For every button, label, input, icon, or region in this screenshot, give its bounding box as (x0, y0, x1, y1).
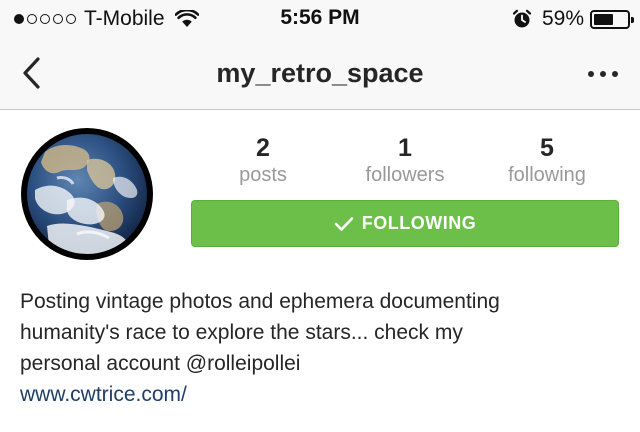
more-dot (600, 71, 606, 77)
signal-dot (14, 14, 24, 24)
more-dot (588, 71, 594, 77)
signal-dot (53, 14, 63, 24)
navigation-bar: my_retro_space (0, 36, 640, 110)
status-bar: T-Mobile 5:56 PM 59% (0, 0, 640, 36)
stat-label: followers (365, 164, 445, 186)
earth-photo (27, 134, 147, 254)
wifi-icon (174, 10, 199, 27)
carrier-name: T-Mobile (84, 7, 165, 30)
website-link[interactable]: www.cwtrice.com/ (20, 380, 187, 410)
status-bar-left: T-Mobile (14, 7, 199, 31)
battery-nub (631, 16, 634, 23)
stat-value: 2 (256, 134, 270, 162)
bio-line: humanity's race to explore the stars... … (20, 321, 463, 344)
status-bar-right: 59% (512, 7, 634, 31)
signal-dot (27, 14, 37, 24)
bio-line: Posting vintage photos and ephemera docu… (20, 290, 500, 313)
more-dot (612, 71, 618, 77)
stat-value: 1 (398, 134, 412, 162)
following-button-label: FOLLOWING (361, 213, 477, 233)
stat-following[interactable]: 5 following (492, 134, 602, 188)
signal-dot (40, 14, 50, 24)
page-title: my_retro_space (216, 58, 424, 88)
battery-level-fill (594, 13, 613, 25)
alarm-icon (512, 9, 532, 28)
profile-bio: Posting vintage photos and ephemera docu… (20, 286, 620, 379)
stat-posts[interactable]: 2 posts (208, 134, 318, 188)
avatar[interactable] (21, 128, 153, 260)
signal-dot (66, 14, 76, 24)
following-button[interactable]: FOLLOWING (191, 200, 619, 247)
bio-line: personal account @rolleipollei (20, 352, 301, 375)
stat-label: following (508, 164, 586, 186)
battery-percent: 59% (541, 7, 584, 30)
signal-strength-icon (14, 14, 76, 24)
battery-icon (590, 9, 634, 29)
stat-label: posts (239, 164, 287, 186)
profile-stats: 2 posts 1 followers 5 following (192, 134, 620, 190)
stat-followers[interactable]: 1 followers (350, 134, 460, 188)
more-horizontal-icon[interactable] (588, 64, 618, 84)
checkmark-icon (334, 216, 354, 231)
stat-value: 5 (540, 134, 554, 162)
